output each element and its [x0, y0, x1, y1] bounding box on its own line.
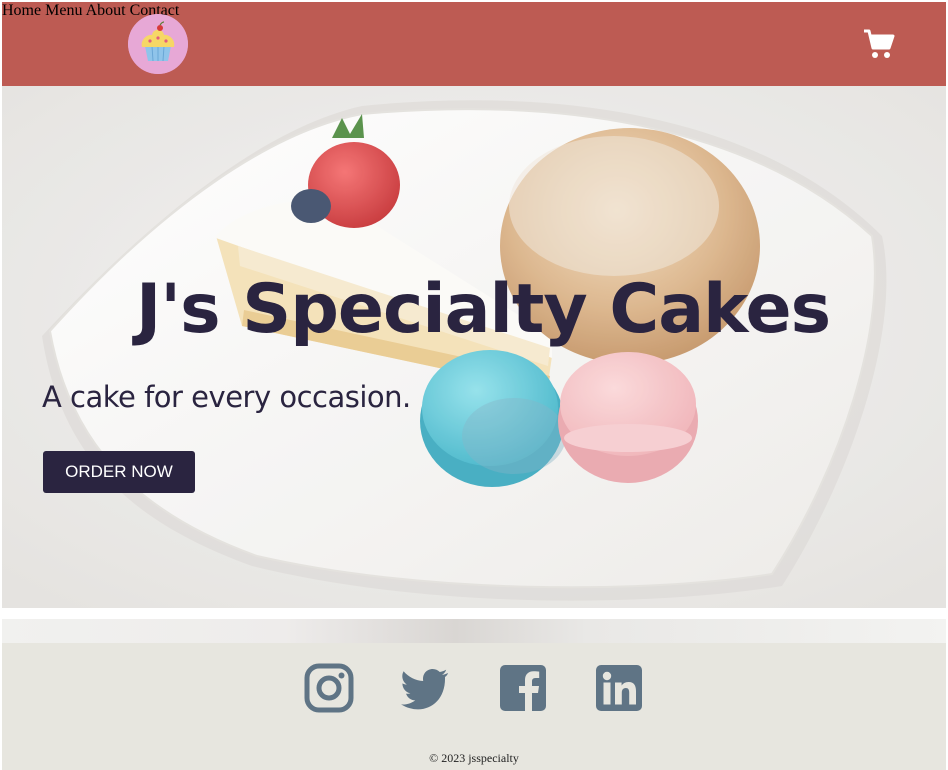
twitter-icon[interactable] — [400, 663, 450, 713]
hero-title: J's Specialty Cakes — [136, 270, 831, 349]
image-strip — [2, 619, 946, 643]
nav-menu[interactable]: Menu — [45, 2, 82, 19]
hero-section: J's Specialty Cakes A cake for every occ… — [2, 86, 946, 608]
order-now-button[interactable]: ORDER NOW — [43, 451, 195, 493]
cart-icon[interactable] — [862, 28, 896, 60]
linkedin-icon[interactable] — [594, 663, 644, 713]
cupcake-logo-icon[interactable] — [128, 14, 188, 74]
nav-about[interactable]: About — [86, 2, 126, 19]
copyright-text: © 2023 jsspecialty — [429, 751, 519, 765]
instagram-icon[interactable] — [304, 663, 354, 713]
nav-home[interactable]: Home — [2, 2, 41, 19]
hero-subtitle: A cake for every occasion. — [42, 380, 411, 414]
facebook-icon[interactable] — [498, 663, 548, 713]
site-footer: © 2023 jsspecialty — [2, 643, 946, 770]
site-header: Home Menu About Contact — [2, 2, 946, 86]
